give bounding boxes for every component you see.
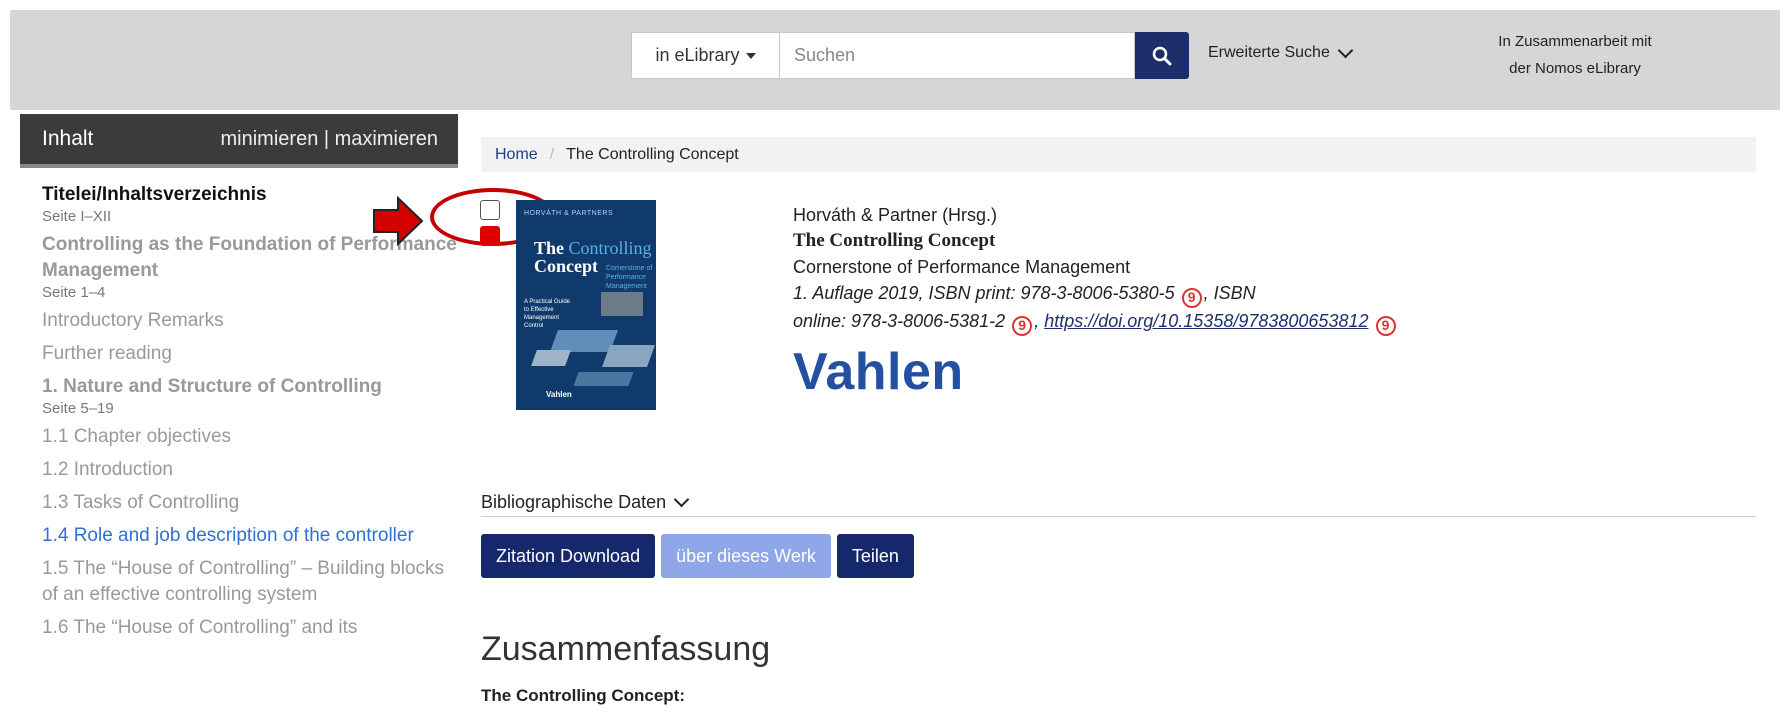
toc-item-label: 1.4 Role and job description of the cont… bbox=[42, 525, 414, 546]
toc-item-1-6[interactable]: 1.6 The “House of Controlling” and its bbox=[42, 615, 458, 641]
cover-title-b: Controlling bbox=[568, 238, 652, 258]
cover-title-line2: Concept bbox=[534, 256, 598, 276]
citation-download-button[interactable]: Zitation Download bbox=[481, 534, 656, 578]
search-header: in eLibrary Erweiterte Suche In Zusammen… bbox=[10, 10, 1780, 110]
cover-note: A Practical Guide to Effective Managemen… bbox=[524, 299, 571, 329]
cover-photo-tile bbox=[601, 345, 656, 367]
breadcrumb-home-link[interactable]: Home bbox=[495, 146, 538, 164]
toc-header: Inhalt minimieren | maximieren bbox=[20, 114, 458, 168]
book-subtitle: Cornerstone of Performance Management bbox=[793, 257, 1131, 277]
toc-item-label: 1.3 Tasks of Controlling bbox=[42, 492, 240, 513]
search-scope-label: in eLibrary bbox=[655, 45, 740, 65]
book-title: The Controlling Concept bbox=[793, 230, 996, 251]
cover-photo-people bbox=[601, 292, 643, 316]
toc-item-page: Seite 1–4 bbox=[42, 284, 106, 301]
cover-publisher: Vahlen bbox=[546, 390, 572, 399]
action-buttons: Zitation Download über dieses Werk Teile… bbox=[481, 534, 914, 578]
toc-item-label: 1.1 Chapter objectives bbox=[42, 426, 232, 447]
toc-item-chapter-1[interactable]: 1. Nature and Structure of Controlling S… bbox=[42, 374, 458, 417]
breadcrumb: Home / The Controlling Concept bbox=[481, 137, 1756, 172]
page-frame-left bbox=[0, 0, 10, 716]
share-button[interactable]: Teilen bbox=[836, 534, 914, 578]
page-frame-right bbox=[1780, 0, 1790, 716]
cover-title-a: The bbox=[534, 238, 565, 258]
toc-item-label: 1. Nature and Structure of Controlling bbox=[42, 376, 382, 397]
breadcrumb-current: The Controlling Concept bbox=[566, 145, 739, 163]
toc-item-label: 1.5 The “House of Controlling” – Buildin… bbox=[42, 558, 445, 605]
bookmark-checkbox[interactable] bbox=[480, 200, 500, 220]
search-input[interactable] bbox=[779, 32, 1135, 79]
partner-note: In Zusammenarbeit mit der Nomos eLibrary bbox=[1440, 28, 1710, 82]
toc-item-label: 1.6 The “House of Controlling” and its bbox=[42, 617, 358, 638]
partner-line-2: der Nomos eLibrary bbox=[1509, 60, 1641, 77]
chevron-down-icon bbox=[1337, 42, 1354, 59]
toc-item-1-1[interactable]: 1.1 Chapter objectives bbox=[42, 424, 458, 450]
book-cover-image: HORVÁTH & PARTNERS The Controlling Conce… bbox=[516, 200, 656, 410]
summary-heading: Zusammenfassung bbox=[481, 630, 771, 668]
marked-indicator[interactable] bbox=[480, 226, 500, 246]
search-button[interactable] bbox=[1135, 32, 1189, 79]
toc-item-further-reading[interactable]: Further reading bbox=[42, 341, 458, 367]
breadcrumb-separator: / bbox=[549, 145, 555, 163]
isbn-label: , ISBN bbox=[1203, 283, 1256, 303]
book-online-line: online: 978-3-8006-5381-2 9, https://doi… bbox=[793, 308, 1398, 336]
chevron-down-icon bbox=[673, 491, 690, 508]
toc-title: Inhalt bbox=[42, 127, 94, 150]
cover-photo-tile bbox=[573, 372, 634, 386]
publisher-logo[interactable]: Vahlen bbox=[793, 342, 964, 402]
toc-item-page: Seite 5–19 bbox=[42, 400, 114, 417]
cover-photo-tile bbox=[531, 350, 571, 366]
toc-item-label: Titelei/Inhaltsverzeichnis bbox=[42, 184, 267, 205]
toc-item-1-3[interactable]: 1.3 Tasks of Controlling bbox=[42, 490, 458, 516]
summary-subheading: The Controlling Concept: bbox=[481, 686, 685, 705]
book-edition-line: 1. Auflage 2019, ISBN print: 978-3-8006-… bbox=[793, 280, 1398, 308]
cover-subtitle: Cornerstone of Performance Management bbox=[606, 265, 653, 290]
caret-down-icon bbox=[745, 52, 756, 59]
cite-icon[interactable]: 9 bbox=[1181, 288, 1202, 308]
advanced-search-toggle[interactable]: Erweiterte Suche bbox=[1208, 42, 1354, 62]
toc-item-1-2[interactable]: 1.2 Introduction bbox=[42, 457, 458, 483]
toc-item-1-4[interactable]: 1.4 Role and job description of the cont… bbox=[42, 523, 458, 549]
advanced-search-label: Erweiterte Suche bbox=[1208, 44, 1330, 61]
toc-item-label: Further reading bbox=[42, 343, 172, 364]
about-work-button[interactable]: über dieses Werk bbox=[661, 534, 831, 578]
edition-isbn-print: 1. Auflage 2019, ISBN print: 978-3-8006-… bbox=[793, 283, 1175, 303]
search-icon bbox=[1152, 46, 1172, 65]
bibliographic-data-label: Bibliographische Daten bbox=[481, 491, 667, 512]
cite-icon[interactable]: 9 bbox=[1375, 316, 1396, 336]
partner-line-1: In Zusammenarbeit mit bbox=[1498, 33, 1652, 50]
page-frame-top bbox=[0, 0, 1790, 10]
search-scope-dropdown[interactable]: in eLibrary bbox=[631, 32, 779, 79]
toc-item-label: 1.2 Introduction bbox=[42, 459, 173, 480]
red-arrow-annotation-icon bbox=[373, 196, 424, 246]
cover-editor: HORVÁTH & PARTNERS bbox=[524, 210, 614, 217]
toc-item-1-5[interactable]: 1.5 The “House of Controlling” – Buildin… bbox=[42, 556, 458, 608]
book-editor: Horváth & Partner (Hrsg.) bbox=[793, 205, 998, 225]
bibliographic-data-toggle[interactable]: Bibliographische Daten bbox=[481, 488, 1756, 517]
toc-item-introductory-remarks[interactable]: Introductory Remarks bbox=[42, 308, 458, 334]
book-metadata: Horváth & Partner (Hrsg.) The Controllin… bbox=[793, 202, 1398, 336]
doi-link[interactable]: https://doi.org/10.15358/9783800653812 bbox=[1044, 311, 1368, 331]
minimize-maximize-link[interactable]: minimieren | maximieren bbox=[221, 128, 438, 151]
toc-item-label: Introductory Remarks bbox=[42, 310, 224, 331]
isbn-online: online: 978-3-8006-5381-2 bbox=[793, 311, 1006, 331]
cite-icon[interactable]: 9 bbox=[1012, 316, 1033, 336]
